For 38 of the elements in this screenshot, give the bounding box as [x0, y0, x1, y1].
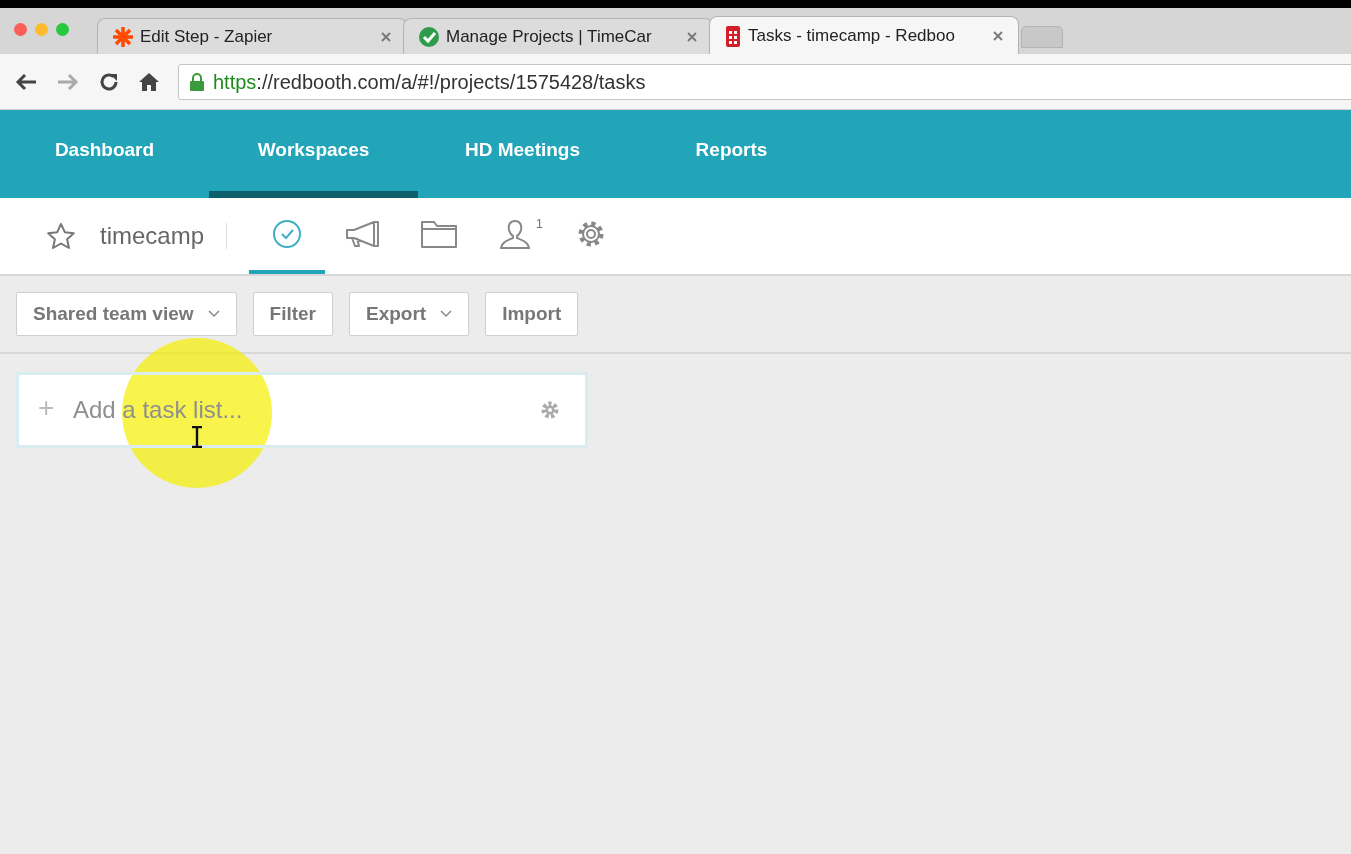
star-icon[interactable] — [46, 222, 76, 250]
toolbar-button[interactable]: Shared team view — [16, 292, 237, 336]
toolbar-button[interactable]: Import — [485, 292, 579, 336]
reload-icon[interactable] — [98, 70, 120, 93]
folder-icon — [420, 219, 459, 249]
lock-icon — [189, 71, 205, 92]
forward-icon[interactable] — [56, 71, 80, 92]
tab-title: Edit Step - Zapier — [140, 25, 274, 48]
nav-tab[interactable]: Dashboard — [0, 110, 209, 198]
caret-icon — [207, 310, 220, 318]
address-bar[interactable]: https://redbooth.com/a/#!/projects/1575428/tasks — [178, 63, 1351, 100]
workspace-tab[interactable]: 1 — [477, 198, 554, 274]
nav-tab[interactable]: HD Meetings — [418, 110, 627, 198]
close-icon[interactable] — [686, 30, 698, 43]
toolbar-button[interactable]: Export — [349, 292, 470, 336]
count-label: 1 — [535, 215, 544, 233]
close-icon[interactable] — [992, 29, 1004, 42]
caret-icon — [440, 310, 453, 318]
browser-tab[interactable]: Tasks - timecamp - Redboo — [709, 16, 1019, 54]
text-cursor-icon — [191, 426, 203, 448]
browser-tab[interactable]: Edit Step - Zapier — [97, 18, 407, 54]
person-icon — [498, 218, 533, 250]
nav-tab[interactable]: Reports — [627, 110, 836, 198]
plus-icon: + — [38, 394, 55, 422]
url-text: https://redbooth.com/a/#!/projects/1575428/tasks — [213, 69, 646, 95]
toolbar-button[interactable]: Filter — [252, 292, 333, 336]
close-window-icon[interactable] — [14, 23, 27, 36]
check-circle-icon — [271, 218, 304, 250]
close-icon[interactable] — [380, 30, 392, 43]
check-icon — [418, 25, 440, 48]
workspace-name: timecamp — [100, 221, 205, 251]
home-icon[interactable] — [138, 70, 160, 93]
phone-booth-icon — [724, 23, 742, 48]
settings-icon[interactable] — [540, 400, 560, 420]
tab-title: Tasks - timecamp - Redboo — [748, 24, 956, 47]
tab-title: Manage Projects | TimeCar — [446, 25, 653, 48]
asterisk-icon — [112, 25, 134, 48]
back-icon[interactable] — [14, 71, 38, 92]
